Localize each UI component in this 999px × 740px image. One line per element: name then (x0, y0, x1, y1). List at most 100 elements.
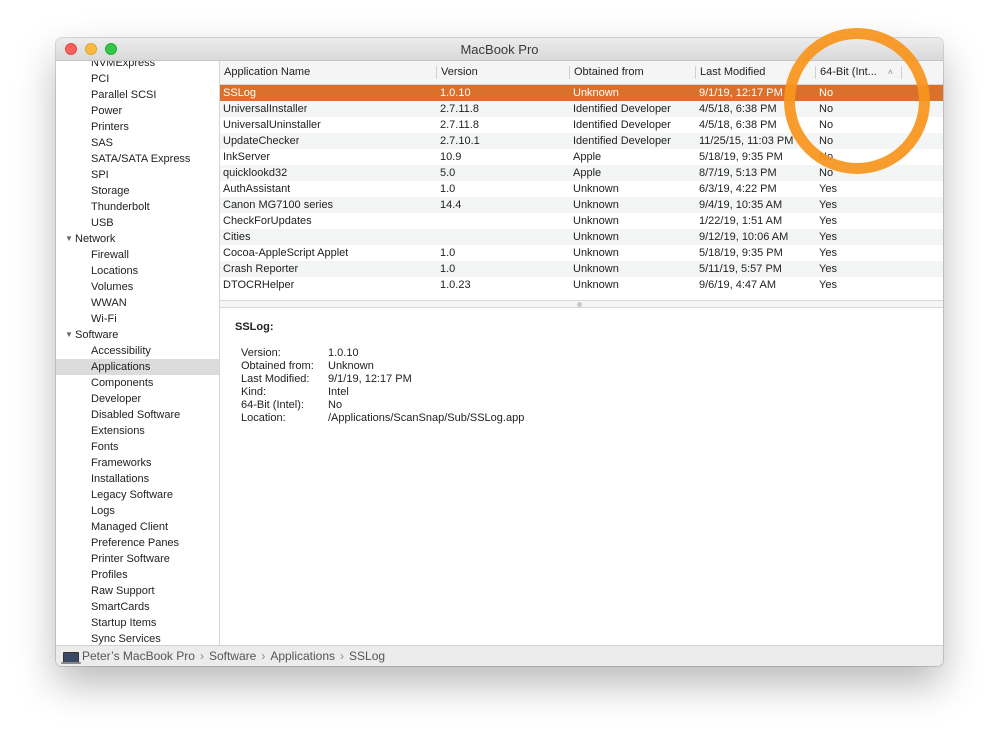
sidebar-item-managed-client[interactable]: Managed Client (56, 519, 219, 535)
table-cell: Identified Developer (573, 119, 671, 131)
table-cell: 9/12/19, 10:06 AM (699, 231, 789, 243)
table-row[interactable]: Cities Unknown 9/12/19, 10:06 AM Yes (220, 229, 943, 245)
sidebar-item-nvmexpress[interactable]: NVMExpress (56, 61, 219, 71)
sidebar-item-storage[interactable]: Storage (56, 183, 219, 199)
breadcrumb-item[interactable]: Software (209, 649, 256, 663)
table-cell: Yes (819, 231, 837, 243)
table-cell: Yes (819, 199, 837, 211)
sidebar-item-power[interactable]: Power (56, 103, 219, 119)
sidebar-item-wwan[interactable]: WWAN (56, 295, 219, 311)
sidebar-item-spi[interactable]: SPI (56, 167, 219, 183)
table-cell: Unknown (573, 215, 619, 227)
table-cell: 1.0 (440, 183, 456, 195)
column-header-obtained-from[interactable]: Obtained from (570, 61, 695, 84)
sidebar-item-frameworks[interactable]: Frameworks (56, 455, 219, 471)
table-cell: DTOCRHelper (223, 279, 295, 291)
table-cell: Cities (223, 231, 251, 243)
sidebar-item-profiles[interactable]: Profiles (56, 567, 219, 583)
detail-value: Intel (328, 386, 349, 398)
breadcrumb-item[interactable]: SSLog (349, 649, 385, 663)
sidebar-item-firewall[interactable]: Firewall (56, 247, 219, 263)
sidebar-item-raw-support[interactable]: Raw Support (56, 583, 219, 599)
table-cell: 1.0 (440, 263, 456, 275)
sidebar-item-parallel-scsi[interactable]: Parallel SCSI (56, 87, 219, 103)
table-cell: UniversalInstaller (223, 103, 308, 115)
sidebar-item-developer[interactable]: Developer (56, 391, 219, 407)
sidebar-item-label: Locations (91, 265, 139, 277)
disclosure-triangle-icon[interactable]: ▼ (65, 231, 75, 247)
sidebar-item-pci[interactable]: PCI (56, 71, 219, 87)
disclosure-triangle-icon[interactable]: ▼ (65, 327, 75, 343)
sidebar-item-label: Developer (91, 393, 142, 405)
sidebar-item-wi-fi[interactable]: Wi-Fi (56, 311, 219, 327)
table-row[interactable]: Canon MG7100 series 14.4 Unknown 9/4/19, 10… (220, 197, 943, 213)
table-cell: quicklookd32 (223, 167, 288, 179)
sidebar-item-legacy-software[interactable]: Legacy Software (56, 487, 219, 503)
detail-key: Version: (241, 347, 281, 359)
sidebar-item-label: SAS (91, 137, 114, 149)
sidebar-item-applications[interactable]: Applications (56, 359, 219, 375)
sidebar-item-startup-items[interactable]: Startup Items (56, 615, 219, 631)
sidebar-item-printers[interactable]: Printers (56, 119, 219, 135)
table-row[interactable]: AuthAssistant 1.0 Unknown 6/3/19, 4:22 PM Ye… (220, 181, 943, 197)
sidebar-item-label: Profiles (91, 569, 128, 581)
split-view-divider[interactable] (220, 300, 943, 308)
sidebar-item-logs[interactable]: Logs (56, 503, 219, 519)
sidebar-item-network[interactable]: ▼ Network (56, 231, 219, 247)
sidebar-item-usb[interactable]: USB (56, 215, 219, 231)
sidebar-item-fonts[interactable]: Fonts (56, 439, 219, 455)
breadcrumb-item[interactable]: Peter’s MacBook Pro (82, 649, 195, 663)
sidebar-item-locations[interactable]: Locations (56, 263, 219, 279)
table-row[interactable]: CheckForUpdates Unknown 1/22/19, 1:51 AM Ye… (220, 213, 943, 229)
sidebar-item-label: Logs (91, 505, 115, 517)
sidebar-item-accessibility[interactable]: Accessibility (56, 343, 219, 359)
table-cell: Unknown (573, 231, 619, 243)
table-cell: 9/1/19, 12:17 PM (699, 87, 783, 99)
table-cell: InkServer (223, 151, 271, 163)
sidebar-item-disabled-software[interactable]: Disabled Software (56, 407, 219, 423)
detail-title: SSLog: (235, 321, 274, 333)
breadcrumb-item[interactable]: Applications (270, 649, 335, 663)
sidebar-item-smartcards[interactable]: SmartCards (56, 599, 219, 615)
sidebar-item-volumes[interactable]: Volumes (56, 279, 219, 295)
table-row[interactable]: DTOCRHelper 1.0.23 Unknown 9/6/19, 4:47 AM Y… (220, 277, 943, 293)
sidebar-item-preference-panes[interactable]: Preference Panes (56, 535, 219, 551)
sidebar-item-installations[interactable]: Installations (56, 471, 219, 487)
sidebar-item-label: SATA/SATA Express (91, 153, 191, 165)
detail-value: No (328, 399, 343, 411)
sidebar-item-sas[interactable]: SAS (56, 135, 219, 151)
sidebar-item-sata-sata-express[interactable]: SATA/SATA Express (56, 151, 219, 167)
drag-handle-icon[interactable] (577, 302, 582, 307)
detail-value: Unknown (328, 360, 374, 372)
chevron-right-icon: › (261, 649, 266, 663)
table-cell: Yes (819, 279, 837, 291)
sidebar-item-thunderbolt[interactable]: Thunderbolt (56, 199, 219, 215)
column-header-application-name[interactable]: Application Name (220, 61, 436, 84)
sidebar-item-printer-software[interactable]: Printer Software (56, 551, 219, 567)
table-cell: 9/6/19, 4:47 AM (699, 279, 777, 291)
sidebar-item-label: Components (91, 377, 154, 389)
column-header-version[interactable]: Version (437, 61, 569, 84)
sidebar-item-label: Preference Panes (91, 537, 180, 549)
sidebar-item-label: Wi-Fi (91, 313, 117, 325)
sidebar-item-label: Startup Items (91, 617, 157, 629)
table-cell: 9/4/19, 10:35 AM (699, 199, 783, 211)
table-cell: Yes (819, 215, 837, 227)
table-row[interactable]: Cocoa-AppleScript Applet 1.0 Unknown 5/18/1… (220, 245, 943, 261)
detail-key: Obtained from: (241, 360, 314, 372)
sidebar-item-software[interactable]: ▼ Software (56, 327, 219, 343)
table-cell: Crash Reporter (223, 263, 299, 275)
sidebar-item-components[interactable]: Components (56, 375, 219, 391)
sidebar[interactable]: NVMExpress PCI Parallel SCSI Power Printers S… (56, 61, 220, 645)
sidebar-item-label: Managed Client (91, 521, 169, 533)
table-cell: 5/11/19, 5:57 PM (699, 263, 782, 275)
sidebar-item-label: Installations (91, 473, 150, 485)
sidebar-item-extensions[interactable]: Extensions (56, 423, 219, 439)
table-cell: Identified Developer (573, 135, 671, 147)
sidebar-item-sync-services[interactable]: Sync Services (56, 631, 219, 645)
table-cell: 5/18/19, 9:35 PM (699, 247, 783, 259)
sidebar-item-label: Thunderbolt (91, 201, 150, 213)
table-cell: AuthAssistant (223, 183, 291, 195)
table-row[interactable]: Crash Reporter 1.0 Unknown 5/11/19, 5:57 PM… (220, 261, 943, 277)
sidebar-item-label: Printers (91, 121, 129, 133)
